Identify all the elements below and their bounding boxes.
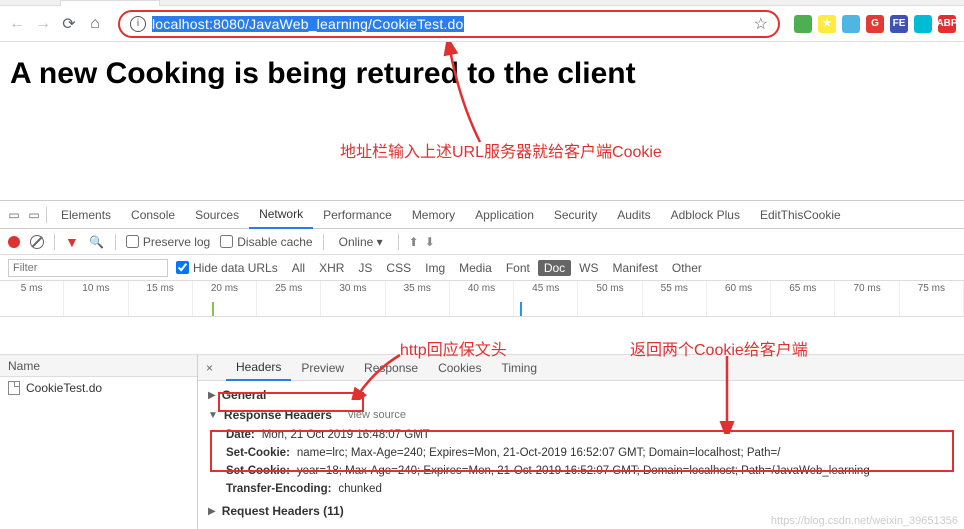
inspect-icon[interactable]: ▭ — [6, 207, 22, 223]
detail-pane: × HeadersPreviewResponseCookiesTiming ▶G… — [198, 355, 964, 529]
disable-cache-checkbox[interactable]: Disable cache — [220, 235, 312, 249]
filter-type-font[interactable]: Font — [500, 260, 536, 276]
timeline-tick: 75 ms — [900, 281, 964, 316]
back-button[interactable]: ← — [8, 15, 26, 33]
close-detail-icon[interactable]: × — [206, 361, 222, 375]
browser-toolbar: ← → ⟳ ⌂ i localhost:8080/JavaWeb_learnin… — [0, 6, 964, 42]
filter-type-ws[interactable]: WS — [573, 260, 604, 276]
devtools-panel: ▭ ▭ ElementsConsoleSourcesNetworkPerform… — [0, 200, 964, 529]
search-icon[interactable]: 🔍 — [89, 234, 105, 250]
filter-type-css[interactable]: CSS — [380, 260, 417, 276]
bookmark-star-icon[interactable]: ☆ — [754, 14, 768, 34]
extension-icon[interactable] — [914, 15, 932, 33]
devtools-tab-console[interactable]: Console — [121, 201, 185, 229]
extension-icon[interactable] — [842, 15, 860, 33]
devtools-tab-editthiscookie[interactable]: EditThisCookie — [750, 201, 851, 229]
annotation-http-header: http回应保文头 — [400, 336, 507, 360]
timeline-tick: 10 ms — [64, 281, 128, 316]
extension-icon[interactable]: G — [866, 15, 884, 33]
timeline-tick: 15 ms — [129, 281, 193, 316]
devtools-tab-performance[interactable]: Performance — [313, 201, 402, 229]
timeline[interactable]: 5 ms10 ms15 ms20 ms25 ms30 ms35 ms40 ms4… — [0, 281, 964, 317]
download-icon[interactable]: ⬇ — [425, 235, 435, 249]
filter-type-xhr[interactable]: XHR — [313, 260, 350, 276]
url-text: localhost:8080/JavaWeb_learning/CookieTe… — [152, 16, 464, 32]
header-row: Set-Cookie: name=lrc; Max-Age=240; Expir… — [208, 443, 954, 461]
filter-bar: Hide data URLs AllXHRJSCSSImgMediaFontDo… — [0, 255, 964, 281]
header-row: Set-Cookie: year=18; Max-Age=240; Expire… — [208, 461, 954, 479]
devtools-tab-memory[interactable]: Memory — [402, 201, 465, 229]
extension-icon[interactable]: FE — [890, 15, 908, 33]
devtools-tab-security[interactable]: Security — [544, 201, 607, 229]
general-section[interactable]: ▶General — [208, 385, 954, 405]
timeline-tick: 60 ms — [707, 281, 771, 316]
devtools-tab-audits[interactable]: Audits — [607, 201, 660, 229]
timeline-tick: 5 ms — [0, 281, 64, 316]
filter-type-all[interactable]: All — [286, 260, 311, 276]
timeline-tick: 70 ms — [835, 281, 899, 316]
upload-icon[interactable]: ⬆ — [409, 235, 419, 249]
header-row: Transfer-Encoding: chunked — [208, 479, 954, 497]
watermark: https://blog.csdn.net/weixin_39651356 — [771, 515, 958, 527]
page-heading: A new Cooking is being retured to the cl… — [10, 57, 954, 91]
devtools-tab-adblock plus[interactable]: Adblock Plus — [661, 201, 750, 229]
filter-toggle-icon[interactable]: ▼ — [65, 234, 79, 250]
annotation-two-cookies: 返回两个Cookie给客户端 — [630, 336, 808, 360]
timeline-tick: 25 ms — [257, 281, 321, 316]
timeline-tick: 40 ms — [450, 281, 514, 316]
response-headers-section[interactable]: ▼Response Headersview source — [208, 405, 954, 425]
throttling-select[interactable]: Online ▾ — [334, 234, 388, 250]
devtools-tab-application[interactable]: Application — [465, 201, 544, 229]
filter-type-js[interactable]: JS — [352, 260, 378, 276]
url-bar[interactable]: i localhost:8080/JavaWeb_learning/Cookie… — [118, 10, 780, 38]
header-row: Date: Mon, 21 Oct 2019 16:48:07 GMT — [208, 425, 954, 443]
filter-type-doc[interactable]: Doc — [538, 260, 571, 276]
devtools-tabs: ▭ ▭ ElementsConsoleSourcesNetworkPerform… — [0, 201, 964, 229]
annotation-url: 地址栏输入上述URL服务器就给客户端Cookie — [340, 138, 662, 162]
timeline-tick: 30 ms — [321, 281, 385, 316]
filter-type-other[interactable]: Other — [666, 260, 708, 276]
filter-input[interactable] — [8, 259, 168, 277]
timeline-tick: 20 ms — [193, 281, 257, 316]
reload-button[interactable]: ⟳ — [60, 15, 78, 33]
extension-icon[interactable] — [794, 15, 812, 33]
devtools-tab-network[interactable]: Network — [249, 201, 313, 229]
timeline-tick: 65 ms — [771, 281, 835, 316]
devtools-tab-sources[interactable]: Sources — [185, 201, 249, 229]
filter-type-media[interactable]: Media — [453, 260, 498, 276]
timeline-tick: 35 ms — [386, 281, 450, 316]
device-toggle-icon[interactable]: ▭ — [26, 207, 42, 223]
record-button[interactable] — [8, 236, 20, 248]
extension-icon[interactable]: ABP — [938, 15, 956, 33]
timeline-tick: 55 ms — [643, 281, 707, 316]
extension-icons: ★ G FE ABP — [794, 15, 956, 33]
request-list-header[interactable]: Name — [0, 355, 197, 377]
site-info-icon[interactable]: i — [130, 16, 146, 32]
hide-data-urls-checkbox[interactable]: Hide data URLs — [176, 261, 278, 275]
filter-type-img[interactable]: Img — [419, 260, 451, 276]
request-list: Name CookieTest.do — [0, 355, 198, 529]
preserve-log-checkbox[interactable]: Preserve log — [126, 235, 210, 249]
forward-button[interactable]: → — [34, 15, 52, 33]
view-source-link[interactable]: view source — [348, 409, 406, 421]
page-content: A new Cooking is being retured to the cl… — [0, 42, 964, 106]
home-button[interactable]: ⌂ — [86, 15, 104, 33]
timeline-tick: 45 ms — [514, 281, 578, 316]
network-toolbar: ▼ 🔍 Preserve log Disable cache Online ▾ … — [0, 229, 964, 255]
request-row[interactable]: CookieTest.do — [0, 377, 197, 399]
clear-button[interactable] — [30, 235, 44, 249]
timeline-tick: 50 ms — [578, 281, 642, 316]
document-icon — [8, 381, 20, 395]
detail-tab-preview[interactable]: Preview — [291, 355, 354, 381]
extension-icon[interactable]: ★ — [818, 15, 836, 33]
filter-type-manifest[interactable]: Manifest — [607, 260, 664, 276]
devtools-tab-elements[interactable]: Elements — [51, 201, 121, 229]
detail-tab-headers[interactable]: Headers — [226, 355, 291, 381]
detail-tabs: × HeadersPreviewResponseCookiesTiming — [198, 355, 964, 381]
